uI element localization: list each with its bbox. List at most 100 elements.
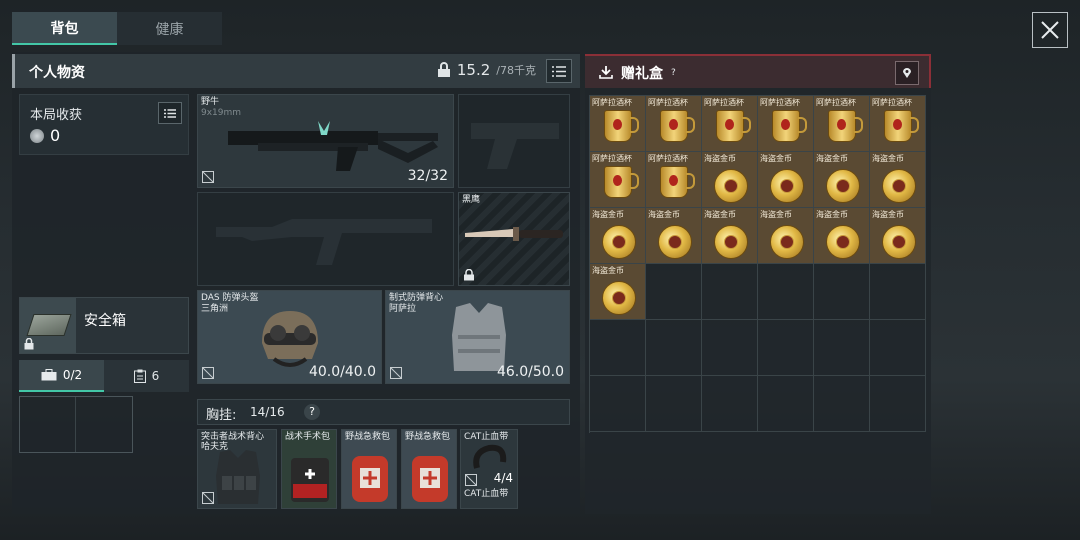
gift-empty-slot[interactable] bbox=[758, 376, 814, 432]
gift-item[interactable]: 海盗金币 bbox=[870, 208, 926, 264]
primary-weapon-slot[interactable]: 野牛 9x19mm 32/32 bbox=[197, 94, 454, 188]
gift-item-name: 海盗金币 bbox=[592, 266, 624, 275]
personal-header: 个人物资 15.2/78千克 bbox=[12, 54, 580, 88]
rig-first-aid-2[interactable]: 野战急救包 bbox=[401, 429, 457, 509]
gift-empty-slot[interactable] bbox=[758, 264, 814, 320]
gift-empty-slot[interactable] bbox=[646, 320, 702, 376]
gift-empty-slot[interactable] bbox=[590, 320, 646, 376]
gift-item[interactable]: 阿萨拉酒杯 bbox=[590, 152, 646, 208]
tab-container-case[interactable]: 0/2 bbox=[19, 360, 104, 392]
close-icon bbox=[1041, 21, 1059, 39]
gift-empty-slot[interactable] bbox=[814, 320, 870, 376]
container-tabs: 0/2 6 bbox=[19, 360, 189, 392]
gift-empty-slot[interactable] bbox=[702, 264, 758, 320]
gift-item[interactable]: 海盗金币 bbox=[590, 264, 646, 320]
top-tabs: 背包 健康 bbox=[12, 12, 222, 45]
gift-item[interactable]: 阿萨拉酒杯 bbox=[814, 96, 870, 152]
vest-name: 制式防弹背心 bbox=[389, 293, 444, 303]
tab-backpack[interactable]: 背包 bbox=[12, 12, 117, 45]
gift-empty-slot[interactable] bbox=[870, 264, 926, 320]
gift-item-name: 海盗金币 bbox=[704, 210, 736, 219]
no-insure-icon bbox=[202, 492, 214, 504]
surgery-kit-image bbox=[291, 458, 329, 502]
clipboard-icon bbox=[133, 369, 146, 383]
helmet-sub: 三角洲 bbox=[201, 304, 229, 314]
rig-first-aid-1[interactable]: 野战急救包 bbox=[341, 429, 397, 509]
gift-item[interactable]: 阿萨拉酒杯 bbox=[590, 96, 646, 152]
gift-item-name: 阿萨拉酒杯 bbox=[704, 98, 744, 107]
safebox-case-icon bbox=[26, 314, 72, 336]
gift-item[interactable]: 阿萨拉酒杯 bbox=[646, 152, 702, 208]
gift-empty-slot[interactable] bbox=[758, 320, 814, 376]
gift-item[interactable]: 海盗金币 bbox=[702, 152, 758, 208]
case-slot[interactable] bbox=[20, 397, 76, 452]
tab-health[interactable]: 健康 bbox=[117, 12, 222, 45]
gift-box-title: 赠礼盒 bbox=[621, 66, 663, 82]
harvest-value: 0 bbox=[50, 126, 61, 145]
gold-coin-icon bbox=[882, 169, 916, 203]
gift-empty-slot[interactable] bbox=[646, 376, 702, 432]
gift-empty-slot[interactable] bbox=[814, 376, 870, 432]
gift-item[interactable]: 海盗金币 bbox=[870, 152, 926, 208]
harvest-value-row: 0 bbox=[30, 126, 60, 145]
gift-empty-slot[interactable] bbox=[870, 376, 926, 432]
coin-icon bbox=[30, 128, 44, 143]
rig-tourniquet[interactable]: CAT止血带 4/4 CAT止血带 bbox=[460, 429, 518, 509]
pistol-slot[interactable] bbox=[458, 94, 570, 188]
gift-box-locate-button[interactable] bbox=[895, 61, 919, 85]
harvest-label: 本局收获 bbox=[30, 108, 83, 123]
gold-coin-icon bbox=[826, 225, 860, 259]
chest-rig-header: 胸挂: 14/16 ? bbox=[197, 399, 570, 425]
close-button[interactable] bbox=[1032, 12, 1068, 48]
harvest-box: 本局收获 0 bbox=[19, 94, 189, 155]
gift-empty-slot[interactable] bbox=[590, 376, 646, 432]
gift-empty-slot[interactable] bbox=[814, 264, 870, 320]
gift-item[interactable]: 海盗金币 bbox=[758, 152, 814, 208]
tourniquet-sub: CAT止血带 bbox=[464, 489, 509, 499]
safebox-slot[interactable]: 安全箱 bbox=[19, 297, 189, 354]
rig-surgery-kit[interactable]: 战术手术包 bbox=[281, 429, 337, 509]
case-slot[interactable] bbox=[76, 397, 132, 452]
gift-item-name: 海盗金币 bbox=[760, 154, 792, 163]
gift-box-help-icon[interactable]: ? bbox=[671, 68, 676, 78]
gift-empty-slot[interactable] bbox=[870, 320, 926, 376]
no-insure-icon bbox=[202, 171, 214, 183]
gift-item[interactable]: 海盗金币 bbox=[814, 208, 870, 264]
harvest-list-button[interactable] bbox=[158, 102, 182, 124]
no-insure-icon bbox=[465, 474, 477, 486]
gift-empty-slot[interactable] bbox=[702, 376, 758, 432]
gift-item-name: 阿萨拉酒杯 bbox=[592, 98, 632, 107]
gift-item[interactable]: 海盗金币 bbox=[646, 208, 702, 264]
tab-container-ammo[interactable]: 6 bbox=[104, 360, 189, 392]
melee-slot[interactable]: 黑鹰 bbox=[458, 192, 570, 286]
gift-item[interactable]: 阿萨拉酒杯 bbox=[870, 96, 926, 152]
gold-coin-icon bbox=[882, 225, 916, 259]
no-insure-icon bbox=[390, 367, 402, 379]
gift-empty-slot[interactable] bbox=[702, 320, 758, 376]
lock-icon bbox=[24, 338, 34, 350]
personal-sort-button[interactable] bbox=[546, 59, 572, 83]
gift-item[interactable]: 阿萨拉酒杯 bbox=[758, 96, 814, 152]
secondary-weapon-slot[interactable] bbox=[197, 192, 454, 286]
gift-item[interactable]: 海盗金币 bbox=[758, 208, 814, 264]
gift-item[interactable]: 海盗金币 bbox=[702, 208, 758, 264]
lock-icon bbox=[464, 269, 474, 281]
rig-vest-item[interactable]: 突击者战术背心 哈夫克 bbox=[197, 429, 277, 509]
gift-empty-slot[interactable] bbox=[646, 264, 702, 320]
helmet-slot[interactable]: DAS 防弹头盔 三角洲 40.0/40.0 bbox=[197, 290, 382, 384]
helmet-image bbox=[262, 311, 318, 367]
gift-item-name: 海盗金币 bbox=[872, 210, 904, 219]
gift-item-name: 海盗金币 bbox=[872, 154, 904, 163]
first-aid-name: 野战急救包 bbox=[405, 432, 451, 442]
chest-rig-help-icon[interactable]: ? bbox=[304, 404, 320, 420]
tourniquet-name: CAT止血带 bbox=[464, 432, 509, 442]
gift-item[interactable]: 阿萨拉酒杯 bbox=[646, 96, 702, 152]
gold-coin-icon bbox=[658, 225, 692, 259]
rifle-placeholder-icon bbox=[216, 219, 432, 265]
gift-item[interactable]: 海盗金币 bbox=[814, 152, 870, 208]
vest-slot[interactable]: 制式防弹背心 阿萨拉 46.0/50.0 bbox=[385, 290, 570, 384]
download-icon bbox=[599, 66, 613, 79]
gift-item[interactable]: 海盗金币 bbox=[590, 208, 646, 264]
gift-item[interactable]: 阿萨拉酒杯 bbox=[702, 96, 758, 152]
case-grid bbox=[19, 396, 133, 453]
